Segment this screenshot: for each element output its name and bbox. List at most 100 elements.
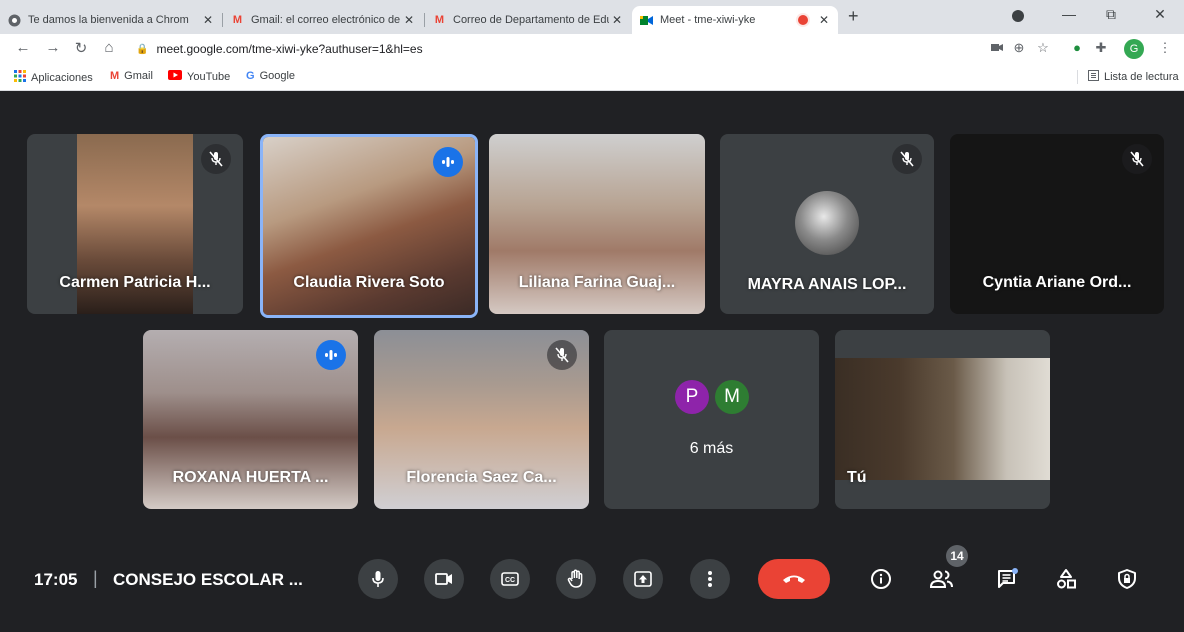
extensions-puzzle-icon[interactable]: ✚ xyxy=(1092,40,1110,56)
bookmarks-bar: Aplicaciones M Gmail YouTube G Google Li… xyxy=(0,64,1184,91)
bookmark-label: Google xyxy=(259,70,296,82)
meet-icon xyxy=(640,14,653,27)
speaking-indicator-icon xyxy=(316,340,346,370)
close-tab-icon[interactable]: ✕ xyxy=(401,13,417,27)
home-icon[interactable]: ⌂ xyxy=(100,39,118,56)
camera-indicator-icon[interactable] xyxy=(988,40,1006,55)
activities-icon xyxy=(1057,569,1076,589)
meet-control-bar: 17:05 | CONSEJO ESCOLAR ... CC 14 xyxy=(0,540,1184,632)
forward-icon[interactable]: → xyxy=(44,39,62,56)
extension-icon[interactable]: ● xyxy=(1068,40,1086,55)
more-options-button[interactable] xyxy=(690,559,730,599)
participant-name: Liliana Farina Guaj... xyxy=(518,274,676,291)
bookmark-label: Aplicaciones xyxy=(31,71,93,84)
microphone-button[interactable] xyxy=(358,559,398,599)
bookmark-apps[interactable]: Aplicaciones xyxy=(14,70,93,85)
restore-icon[interactable]: ⧉ xyxy=(1096,6,1126,23)
chat-button[interactable] xyxy=(988,559,1028,599)
browser-tab-bar: Te damos la bienvenida a Chrom ✕ M Gmail… xyxy=(0,0,1184,34)
bookmark-star-icon[interactable]: ☆ xyxy=(1034,40,1052,56)
gmail-icon: M xyxy=(110,70,120,82)
menu-icon[interactable]: ⋮ xyxy=(1156,40,1174,56)
hand-icon xyxy=(567,569,583,588)
tab-title: Te damos la bienvenida a Chrom xyxy=(28,14,189,26)
meeting-title: CONSEJO ESCOLAR ... xyxy=(113,570,303,589)
reading-list-button[interactable]: Lista de lectura xyxy=(1088,70,1179,84)
bookmark-gmail[interactable]: M Gmail xyxy=(110,70,153,82)
meet-stage: Carmen Patricia H... Claudia Rivera Soto… xyxy=(0,91,1184,540)
back-icon[interactable]: ← xyxy=(14,39,32,56)
bookmark-separator xyxy=(1077,70,1078,84)
participant-name: Tú xyxy=(847,469,867,486)
close-tab-icon[interactable]: ✕ xyxy=(200,13,216,27)
microphone-icon xyxy=(372,571,384,587)
self-video xyxy=(835,358,1050,480)
present-icon xyxy=(634,571,652,587)
people-icon xyxy=(930,570,953,588)
captions-button[interactable]: CC xyxy=(490,559,530,599)
people-button[interactable]: 14 xyxy=(922,545,968,599)
url-text: meet.google.com/tme-xiwi-yke?authuser=1&… xyxy=(156,42,423,56)
new-tab-button[interactable]: + xyxy=(848,6,859,27)
bookmark-google[interactable]: G Google xyxy=(246,70,295,82)
tab-gmail[interactable]: M Gmail: el correo electrónico de G ✕ xyxy=(223,6,423,34)
participant-tile[interactable]: Claudia Rivera Soto xyxy=(260,134,478,318)
bookmark-label: YouTube xyxy=(187,70,231,83)
bookmark-label: Gmail xyxy=(124,70,153,82)
gmail-icon: M xyxy=(232,14,243,26)
google-icon: G xyxy=(246,70,255,82)
browser-toolbar: ← → ↻ ⌂ 🔒 meet.google.com/tme-xiwi-yke?a… xyxy=(0,34,1184,64)
camera-button[interactable] xyxy=(424,559,464,599)
participant-name: MAYRA ANAIS LOP... xyxy=(747,276,907,293)
more-vert-icon xyxy=(708,571,712,587)
tab-welcome[interactable]: Te damos la bienvenida a Chrom ✕ xyxy=(0,6,222,34)
mic-off-icon xyxy=(201,144,231,174)
tab-title: Gmail: el correo electrónico de G xyxy=(251,14,401,26)
tab-title: Meet - tme-xiwi-yke xyxy=(660,14,756,26)
speaking-indicator-icon xyxy=(433,147,463,177)
camera-icon xyxy=(435,573,452,585)
reading-list-icon xyxy=(1088,70,1099,84)
separator: | xyxy=(93,568,98,588)
tab-meet[interactable]: Meet - tme-xiwi-yke ✕ xyxy=(632,6,838,34)
participant-tile[interactable]: Liliana Farina Guaj... xyxy=(489,134,705,314)
tab-correo[interactable]: M Correo de Departamento de Edu ✕ xyxy=(425,6,631,34)
svg-text:CC: CC xyxy=(505,577,515,584)
participant-tile[interactable]: Cyntia Ariane Ord... xyxy=(950,134,1164,314)
host-controls-button[interactable] xyxy=(1107,559,1147,599)
profile-avatar[interactable]: G xyxy=(1124,39,1144,59)
more-participants-tile[interactable]: P M 6 más xyxy=(604,330,819,509)
reload-icon[interactable]: ↻ xyxy=(72,39,90,57)
present-screen-button[interactable] xyxy=(623,559,663,599)
address-bar[interactable]: 🔒 meet.google.com/tme-xiwi-yke?authuser=… xyxy=(130,38,1030,60)
close-tab-icon[interactable]: ✕ xyxy=(609,13,625,27)
participant-tile[interactable]: ROXANA HUERTA ... xyxy=(143,330,358,509)
participant-tile[interactable]: Florencia Saez Ca... xyxy=(374,330,589,509)
participant-tile[interactable]: MAYRA ANAIS LOP... xyxy=(720,134,934,314)
recording-dot-icon xyxy=(798,15,808,25)
hang-up-icon xyxy=(783,575,805,583)
avatar: P xyxy=(675,380,709,414)
close-window-icon[interactable]: ✕ xyxy=(1145,6,1175,23)
tab-search-icon[interactable] xyxy=(1012,10,1024,22)
avatar: M xyxy=(715,380,749,414)
zoom-icon[interactable]: ⊕ xyxy=(1010,40,1028,56)
apps-icon xyxy=(14,70,26,85)
gmail-icon: M xyxy=(434,14,445,26)
participant-tile[interactable]: Carmen Patricia H... xyxy=(27,134,243,314)
minimize-icon[interactable]: — xyxy=(1054,6,1084,22)
activities-button[interactable] xyxy=(1046,559,1086,599)
shield-lock-icon xyxy=(1118,569,1136,589)
participant-name: Claudia Rivera Soto xyxy=(293,274,445,291)
tab-title: Correo de Departamento de Edu xyxy=(453,14,609,26)
more-participants-label: 6 más xyxy=(689,440,734,457)
raise-hand-button[interactable] xyxy=(556,559,596,599)
close-tab-icon[interactable]: ✕ xyxy=(816,13,832,27)
self-tile[interactable]: Tú xyxy=(835,330,1050,509)
bookmark-youtube[interactable]: YouTube xyxy=(168,70,230,83)
meeting-details-button[interactable] xyxy=(861,559,901,599)
mic-off-icon xyxy=(547,340,577,370)
leave-call-button[interactable] xyxy=(758,559,830,599)
youtube-icon xyxy=(168,70,182,83)
clock: 17:05 xyxy=(34,570,78,589)
